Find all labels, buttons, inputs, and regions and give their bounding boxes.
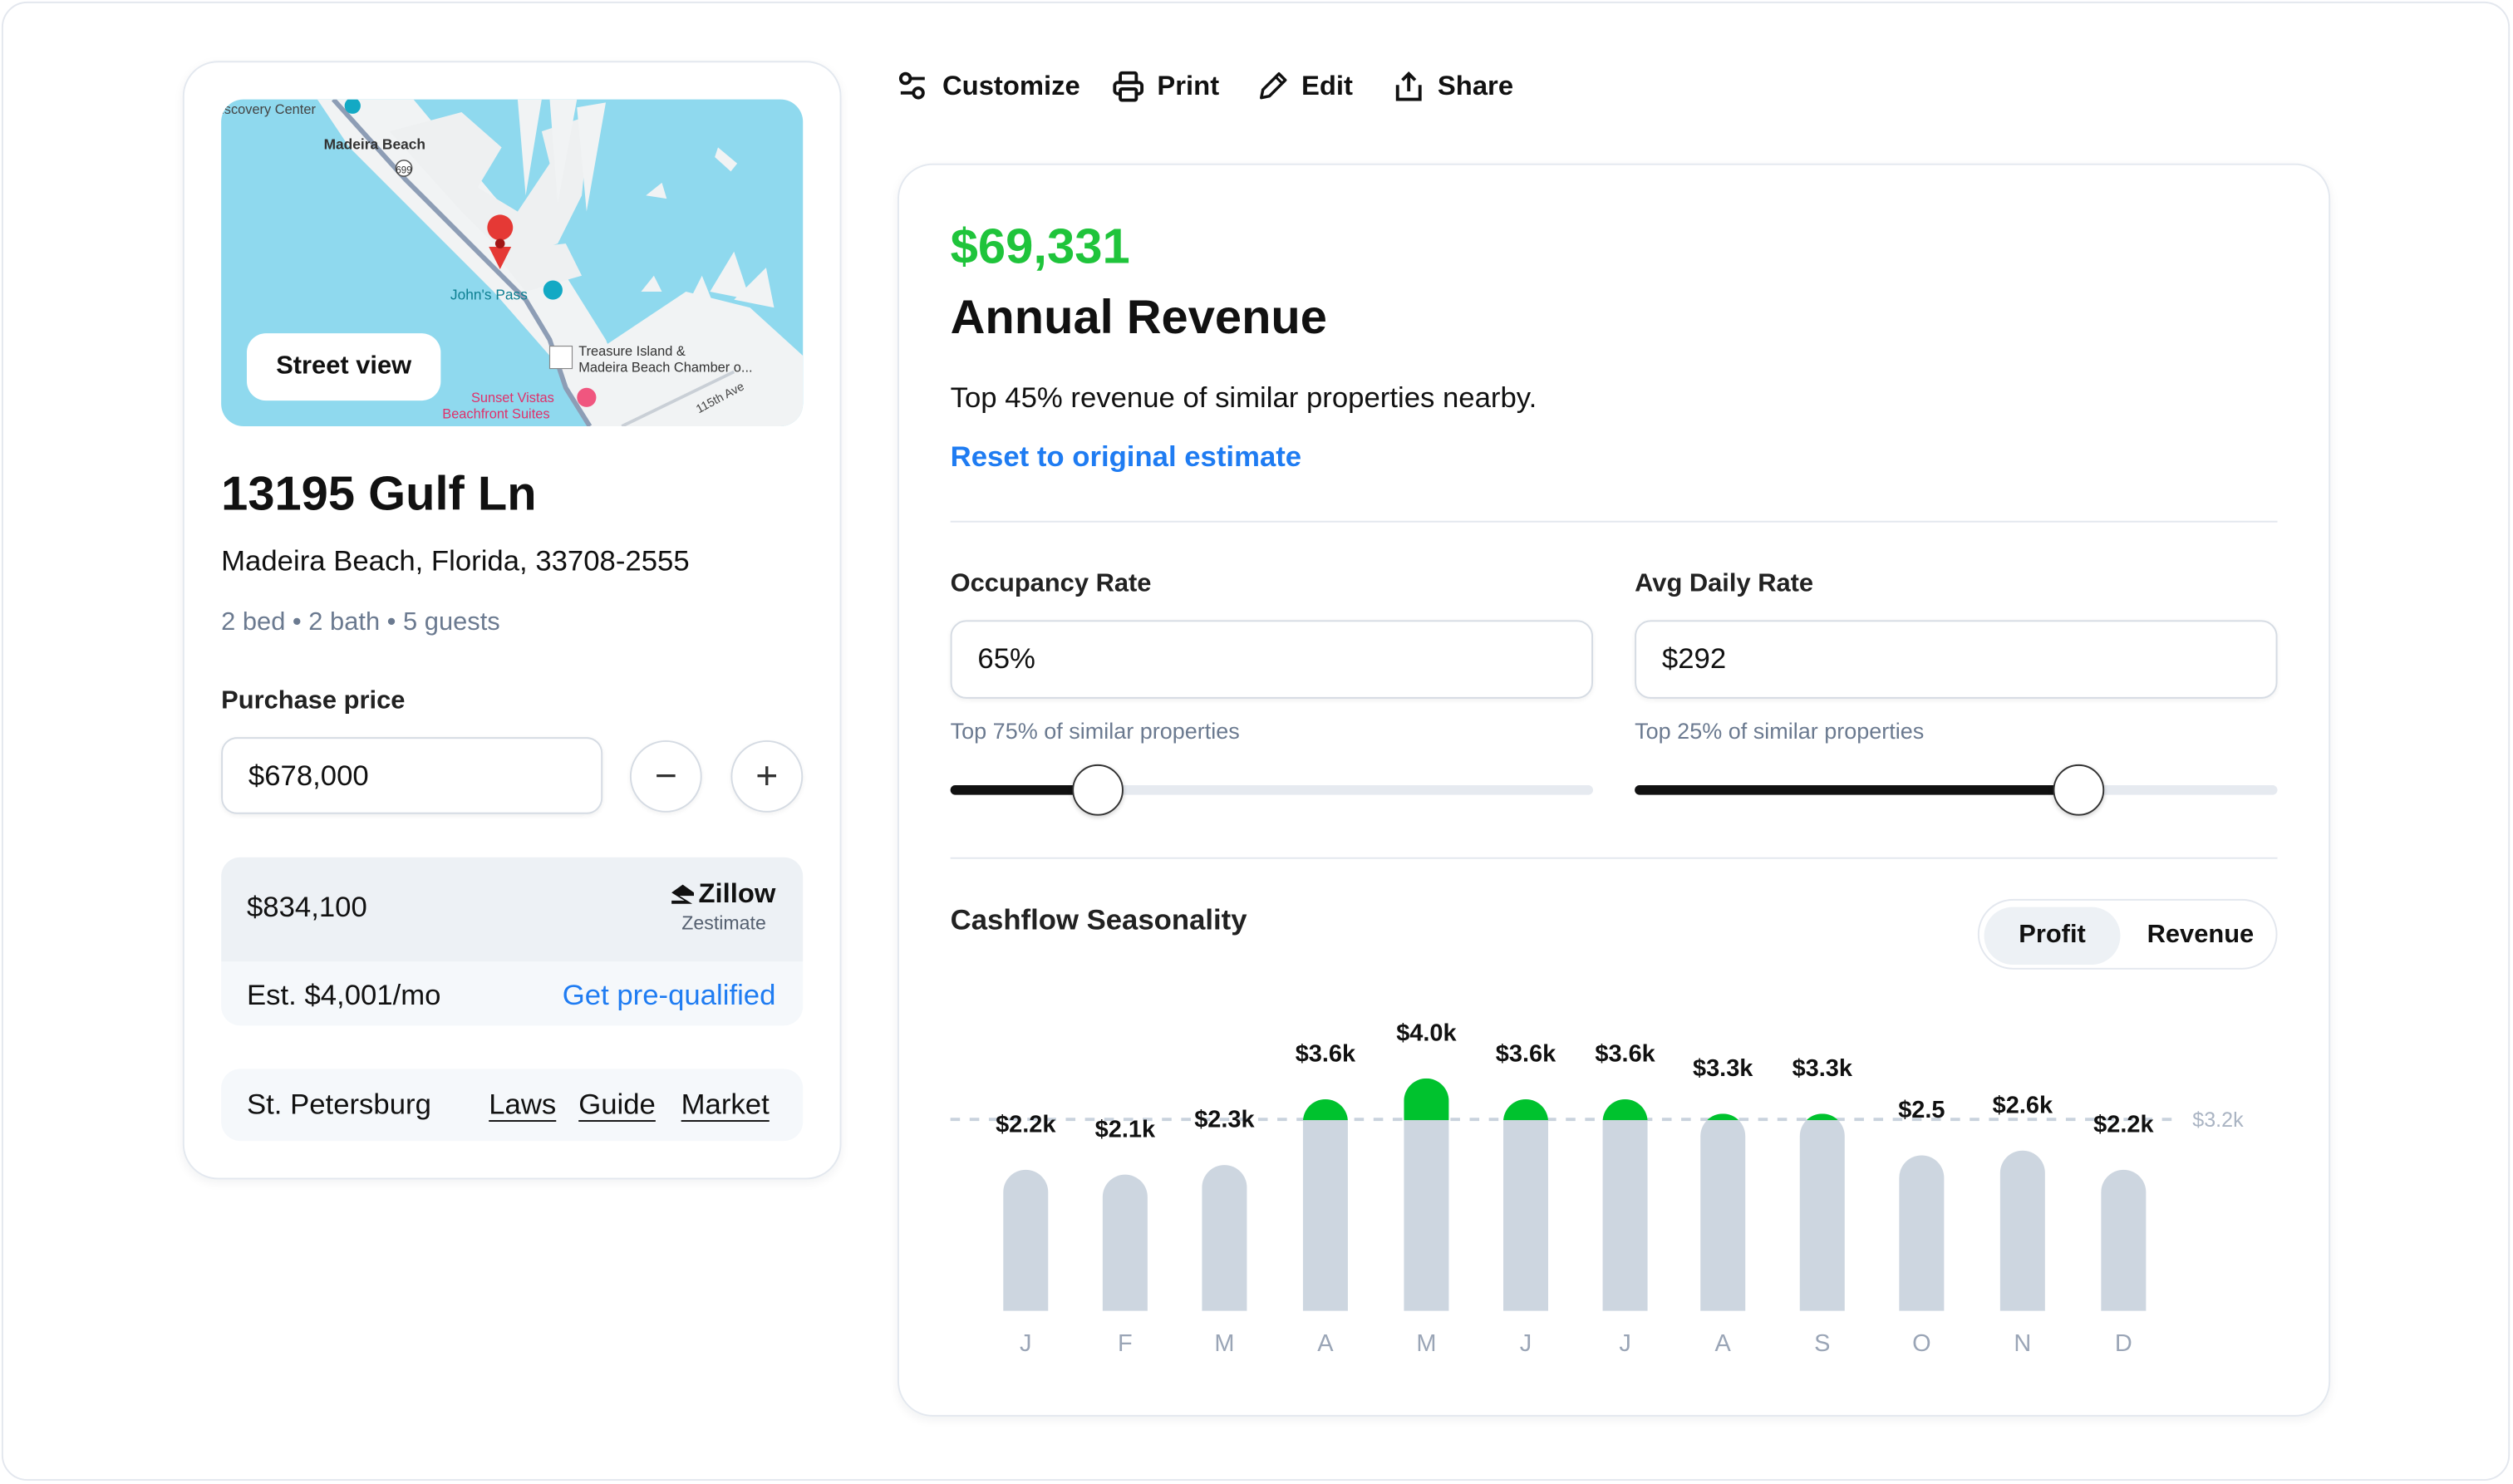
- reference-line-label: $3.2k: [2192, 1106, 2244, 1131]
- data-label: $4.0k: [1396, 1020, 1457, 1048]
- bar-10: [1999, 1149, 2045, 1311]
- bar-7: [1700, 1114, 1746, 1311]
- bar-above-reference: [1302, 1098, 1348, 1120]
- month-label: N: [2014, 1329, 2032, 1358]
- bar-above-reference: [1799, 1114, 1845, 1120]
- data-label: $3.6k: [1495, 1040, 1556, 1069]
- data-label: $3.3k: [1693, 1055, 1753, 1084]
- bar-above-reference: [1502, 1098, 1548, 1120]
- month-label: J: [1619, 1329, 1631, 1358]
- data-label: $2.2k: [996, 1111, 1056, 1139]
- seasonality-chart: $3.2k $2.2k J $2.1k F $2.3k M $3.6k A $4.0k M $3.6…: [0, 0, 2513, 1484]
- bar-9: [1899, 1155, 1945, 1311]
- bar-4: [1404, 1079, 1449, 1311]
- bar-6: [1602, 1098, 1648, 1311]
- month-label: M: [1214, 1329, 1235, 1358]
- data-label: $3.6k: [1295, 1040, 1356, 1069]
- bar-above-reference: [1700, 1114, 1746, 1120]
- data-label: $2.2k: [2093, 1111, 2154, 1139]
- month-label: D: [2114, 1329, 2132, 1358]
- bar-3: [1302, 1098, 1348, 1311]
- month-label: J: [1519, 1329, 1532, 1358]
- month-label: S: [1814, 1329, 1831, 1358]
- month-label: O: [1912, 1329, 1931, 1358]
- month-label: F: [1118, 1329, 1133, 1358]
- bar-11: [2101, 1170, 2147, 1311]
- data-label: $2.6k: [1992, 1091, 2053, 1119]
- month-label: M: [1416, 1329, 1437, 1358]
- bar-above-reference: [1404, 1079, 1449, 1120]
- data-label: $3.6k: [1595, 1040, 1655, 1069]
- data-label: $2.5: [1898, 1096, 1945, 1124]
- bar-1: [1102, 1175, 1148, 1311]
- bar-above-reference: [1602, 1098, 1648, 1120]
- data-label: $3.3k: [1792, 1055, 1852, 1084]
- bar-8: [1799, 1114, 1845, 1311]
- month-label: A: [1317, 1329, 1334, 1358]
- data-label: $2.3k: [1194, 1106, 1255, 1134]
- bar-0: [1003, 1170, 1049, 1311]
- month-label: J: [1020, 1329, 1032, 1358]
- bar-5: [1502, 1098, 1548, 1311]
- month-label: A: [1714, 1329, 1731, 1358]
- data-label: $2.1k: [1094, 1117, 1156, 1144]
- bar-2: [1202, 1165, 1247, 1311]
